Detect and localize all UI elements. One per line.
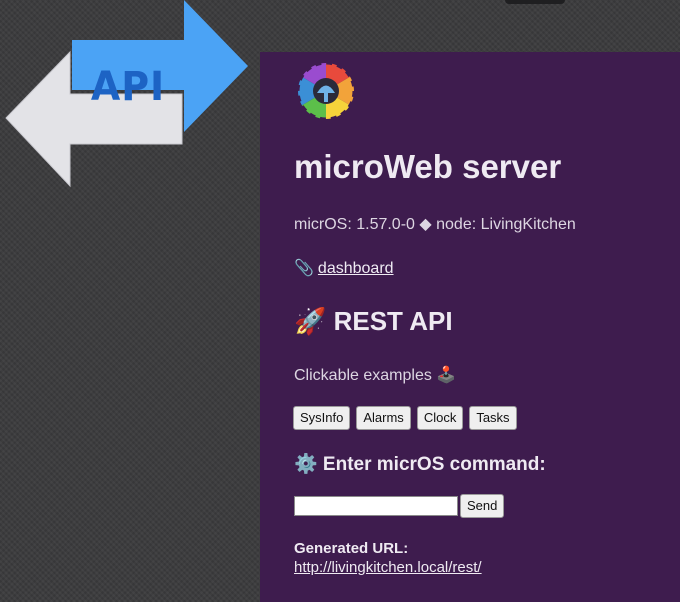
page-title: microWeb server	[294, 148, 562, 185]
api-label: API	[90, 64, 166, 110]
generated-url-link[interactable]: http://livingkitchen.local/rest/	[294, 559, 482, 576]
alarms-button[interactable]: Alarms	[356, 406, 411, 430]
paperclip-icon: 📎	[294, 260, 314, 277]
command-input[interactable]	[294, 496, 458, 516]
dashboard-row: 📎 dashboard	[294, 258, 394, 278]
clock-button[interactable]: Clock	[416, 406, 464, 430]
version-info: micrOS: 1.57.0-0 ◆ node: LivingKitchen	[294, 216, 576, 233]
generated-url-label: Generated URL:	[294, 540, 409, 557]
dashboard-link[interactable]: dashboard	[318, 260, 394, 277]
command-heading: ⚙️ Enter micrOS command:	[294, 454, 546, 475]
rest-api-heading: 🚀 REST API	[294, 306, 453, 336]
example-buttons: SysInfo Alarms Clock Tasks	[293, 406, 517, 430]
api-graphic: API	[0, 0, 260, 200]
send-button[interactable]: Send	[460, 494, 505, 518]
tasks-button[interactable]: Tasks	[469, 406, 517, 430]
microweb-panel: microWeb server micrOS: 1.57.0-0 ◆ node:…	[260, 52, 680, 602]
sysinfo-button[interactable]: SysInfo	[293, 406, 351, 430]
background-shape	[505, 0, 565, 4]
clickable-examples-label: Clickable examples 🕹️	[294, 367, 457, 384]
micros-logo	[296, 61, 356, 121]
